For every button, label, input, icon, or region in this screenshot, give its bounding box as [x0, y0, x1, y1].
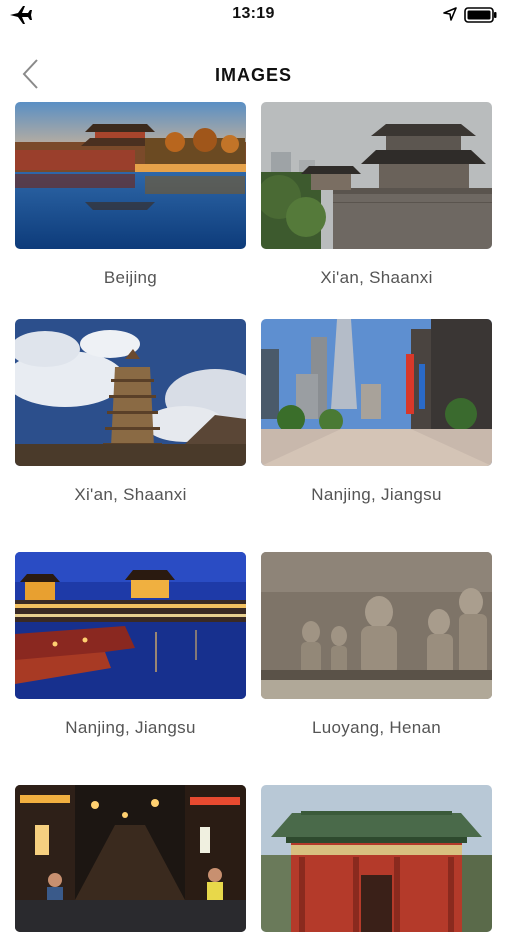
qinhuai-river-night-photo	[15, 552, 246, 699]
image-card[interactable]: Beijing	[15, 102, 246, 287]
image-card[interactable]: Luoyang, Henan	[261, 552, 492, 737]
image-grid: Beijing Xi'an, Shaanxi Xi'an, Shaanxi Na…	[0, 0, 507, 932]
image-caption: Nanjing, Jiangsu	[311, 485, 442, 504]
longmen-grottoes-photo	[261, 552, 492, 699]
image-card[interactable]	[15, 785, 246, 932]
image-thumbnail[interactable]	[15, 319, 246, 466]
image-caption: Xi'an, Shaanxi	[74, 485, 187, 504]
image-thumbnail[interactable]	[15, 102, 246, 249]
image-caption: Beijing	[103, 268, 158, 287]
temple-gate-photo	[261, 785, 492, 932]
image-thumbnail[interactable]	[261, 102, 492, 249]
image-caption: Nanjing, Jiangsu	[65, 718, 196, 737]
image-thumbnail[interactable]	[15, 785, 246, 932]
image-card[interactable]: Nanjing, Jiangsu	[15, 552, 246, 737]
forbidden-city-photo	[15, 102, 246, 249]
image-thumbnail[interactable]	[261, 785, 492, 932]
nanjing-street-photo	[261, 319, 492, 466]
image-card[interactable]: Nanjing, Jiangsu	[261, 319, 492, 504]
xian-city-wall-photo	[261, 102, 492, 249]
image-thumbnail[interactable]	[261, 319, 492, 466]
giant-wild-goose-pagoda-photo	[15, 319, 246, 466]
image-thumbnail[interactable]	[261, 552, 492, 699]
night-market-photo	[15, 785, 246, 932]
image-card[interactable]: Xi'an, Shaanxi	[15, 319, 246, 504]
image-caption: Luoyang, Henan	[312, 718, 441, 737]
image-caption: Xi'an, Shaanxi	[320, 268, 433, 287]
image-thumbnail[interactable]	[15, 552, 246, 699]
image-card[interactable]	[261, 785, 492, 932]
image-card[interactable]: Xi'an, Shaanxi	[261, 102, 492, 287]
